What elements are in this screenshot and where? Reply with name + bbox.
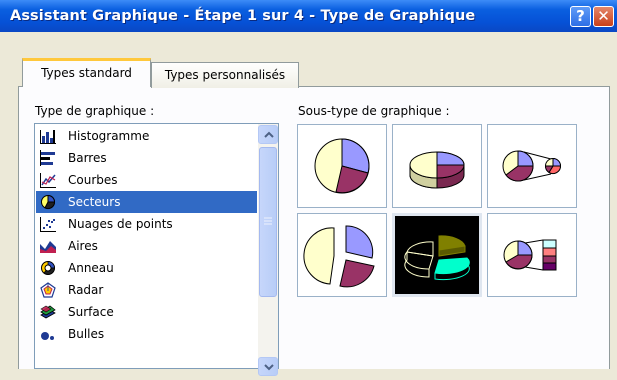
subtype-label: Sous-type de graphique : bbox=[298, 104, 450, 118]
tab-label: Types personnalisés bbox=[164, 68, 286, 82]
list-item-anneau[interactable]: Anneau bbox=[36, 257, 257, 279]
exploded-pie-subtype-icon bbox=[303, 225, 375, 288]
help-button[interactable]: ? bbox=[570, 6, 591, 27]
close-button[interactable]: ✕ bbox=[593, 6, 614, 27]
scatter-chart-icon bbox=[40, 217, 56, 232]
list-item-label: Bulles bbox=[68, 327, 105, 341]
help-icon: ? bbox=[576, 7, 585, 25]
chart-type-list[interactable]: Histogramme Barres Courbes Secteurs Nuag… bbox=[34, 123, 279, 369]
list-item-label: Radar bbox=[68, 283, 104, 297]
list-item-label: Nuages de points bbox=[68, 217, 173, 231]
list-item-histogramme[interactable]: Histogramme bbox=[36, 125, 257, 147]
subtype-pie-3d[interactable] bbox=[392, 124, 482, 208]
pie-chart-icon bbox=[41, 194, 56, 209]
doughnut-chart-icon bbox=[41, 261, 55, 275]
surface-chart-icon bbox=[40, 305, 56, 319]
list-item-courbes[interactable]: Courbes bbox=[36, 169, 257, 191]
pie-3d-subtype-icon bbox=[409, 151, 465, 189]
subtype-exploded-pie[interactable] bbox=[297, 213, 387, 297]
subtype-bar-of-pie[interactable] bbox=[487, 213, 577, 297]
exploded-pie-3d-subtype-icon bbox=[404, 235, 470, 281]
bubble-chart-icon bbox=[41, 332, 54, 340]
subtype-exploded-pie-3d[interactable] bbox=[392, 213, 482, 297]
list-item-radar[interactable]: Radar bbox=[36, 279, 257, 301]
list-item-secteurs[interactable]: Secteurs bbox=[36, 191, 257, 213]
tab-types-custom[interactable]: Types personnalisés bbox=[151, 62, 299, 88]
chart-type-scrollbar[interactable] bbox=[258, 124, 278, 376]
scroll-up-button[interactable] bbox=[258, 125, 278, 144]
tab-label: Types standard bbox=[41, 66, 132, 80]
list-item-aires[interactable]: Aires bbox=[36, 235, 257, 257]
grip-icon bbox=[264, 217, 272, 225]
list-item-barres[interactable]: Barres bbox=[36, 147, 257, 169]
list-item-label: Barres bbox=[68, 151, 107, 165]
list-item-bulles[interactable]: Bulles bbox=[36, 323, 257, 345]
scroll-thumb[interactable] bbox=[259, 147, 277, 297]
column-chart-icon bbox=[40, 130, 56, 144]
list-item-label: Surface bbox=[68, 305, 114, 319]
scroll-down-button[interactable] bbox=[258, 357, 278, 376]
window-title: Assistant Graphique - Étape 1 sur 4 - Ty… bbox=[10, 8, 476, 24]
subtype-pie-of-pie[interactable] bbox=[487, 124, 577, 208]
list-item-label: Courbes bbox=[68, 173, 118, 187]
bar-chart-icon bbox=[40, 150, 55, 166]
list-item-surface[interactable]: Surface bbox=[36, 301, 257, 323]
tab-types-standard[interactable]: Types standard bbox=[22, 58, 151, 87]
area-chart-icon bbox=[40, 241, 56, 253]
radar-chart-icon bbox=[40, 282, 56, 298]
list-item-label: Secteurs bbox=[68, 195, 121, 209]
list-item-label: Histogramme bbox=[68, 129, 150, 143]
line-chart-icon bbox=[40, 173, 56, 188]
list-item-label: Aires bbox=[68, 239, 98, 253]
list-item-label: Anneau bbox=[68, 261, 114, 275]
bar-of-pie-subtype-icon bbox=[503, 239, 557, 271]
chevron-down-icon bbox=[264, 364, 274, 371]
title-bar[interactable]: Assistant Graphique - Étape 1 sur 4 - Ty… bbox=[0, 0, 617, 32]
list-item-nuages-de-points[interactable]: Nuages de points bbox=[36, 213, 257, 235]
chevron-up-icon bbox=[264, 131, 274, 138]
chart-type-label: Type de graphique : bbox=[35, 104, 155, 118]
close-icon: ✕ bbox=[597, 7, 610, 25]
pie-of-pie-subtype-icon bbox=[502, 150, 562, 182]
subtype-grid bbox=[297, 124, 578, 297]
pie-subtype-icon bbox=[314, 138, 370, 194]
subtype-pie[interactable] bbox=[297, 124, 387, 208]
